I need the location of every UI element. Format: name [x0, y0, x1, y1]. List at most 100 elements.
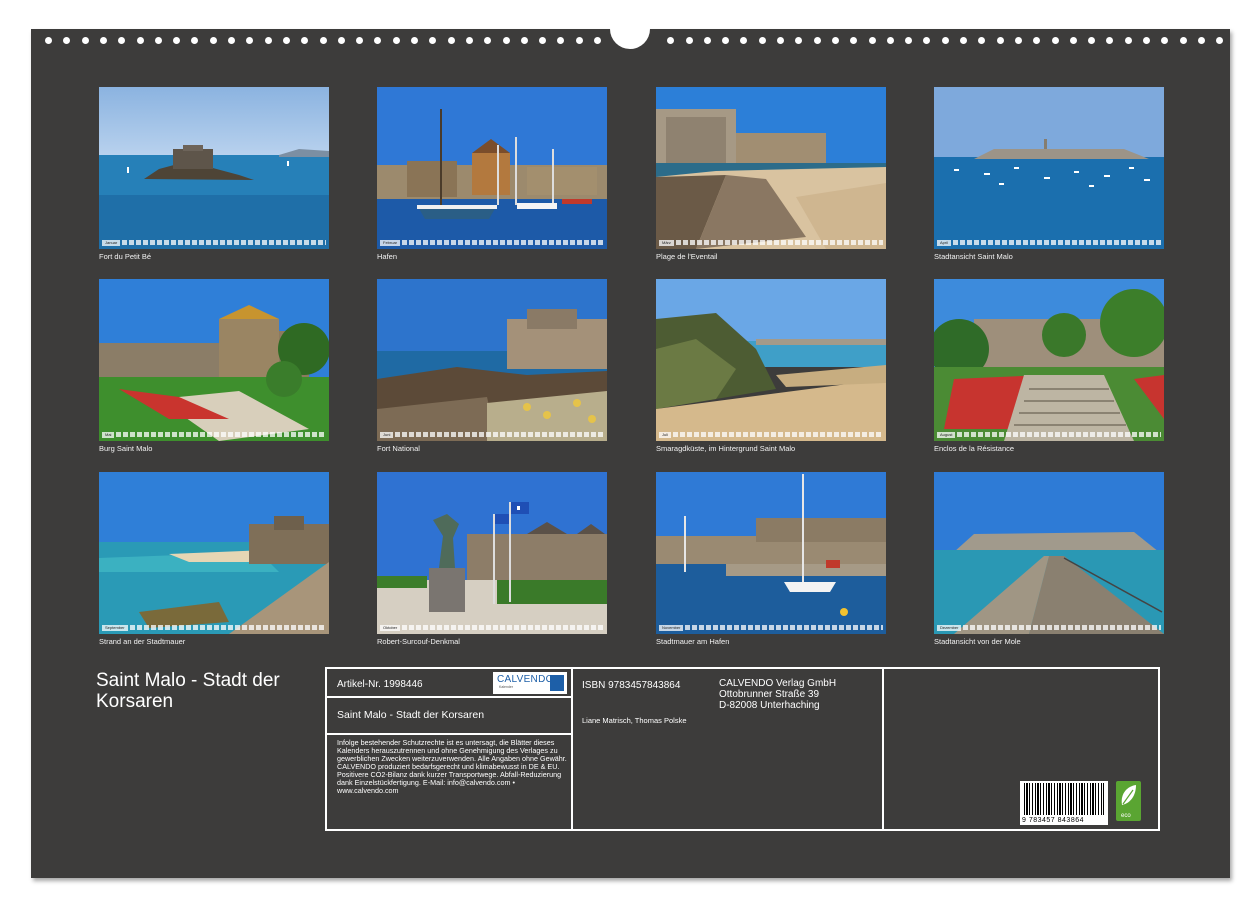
binding-hole	[264, 37, 272, 44]
binding-hole	[923, 37, 931, 44]
binding-hole	[960, 37, 967, 44]
publisher-street: Ottobrunner Straße 39	[719, 689, 820, 700]
binding-hole	[813, 37, 821, 44]
photo-fort-du-petit-be: Januar	[99, 87, 329, 249]
binding-hole	[777, 37, 784, 44]
month-label: März	[659, 239, 674, 246]
binding-hole	[557, 37, 565, 44]
photo-caption: Smaragdküste, im Hintergrund Saint Malo	[656, 444, 796, 453]
binding-hole	[301, 37, 309, 44]
month-strip: November	[659, 624, 883, 631]
month-strip: Juni	[380, 431, 604, 438]
photo-caption: Hafen	[377, 252, 398, 261]
binding-hole	[429, 37, 437, 44]
binding-hole	[1106, 37, 1114, 44]
month-label: November	[659, 624, 684, 631]
authors: Liane Matrisch, Thomas Polske	[582, 716, 687, 725]
binding-hole	[45, 37, 52, 44]
photo-smaragdkueste: Juli	[656, 279, 886, 441]
binding-hole	[1124, 37, 1132, 44]
photo-fort-national: Juni	[377, 279, 607, 441]
binding-hole	[868, 37, 876, 44]
month-label: Januar	[102, 239, 121, 246]
photo-enclos-de-la-resistance: August	[934, 279, 1164, 441]
binding-hole	[392, 37, 400, 44]
binding-hole	[374, 37, 382, 44]
legal-notice: Infolge bestehender Schutzrechte ist es …	[337, 738, 567, 795]
binding-hole	[228, 37, 235, 44]
binding-hole	[758, 37, 766, 44]
binding-hole	[831, 37, 839, 44]
binding-hole	[886, 37, 894, 44]
month-strip: Februar	[380, 239, 604, 246]
binding-hole	[191, 37, 199, 44]
photo-stadtmauer-am-hafen: November	[656, 472, 886, 634]
month-label: April	[937, 239, 952, 246]
publisher-address: CALVENDO Verlag GmbH Ottobrunner Straße …	[719, 678, 836, 711]
barcode-number: 9 783457 843864	[1022, 817, 1084, 824]
photo-caption: Stadtansicht Saint Malo	[934, 252, 1013, 261]
binding-hole	[978, 37, 986, 44]
binding-hole	[722, 37, 730, 44]
month-label: September	[102, 624, 128, 631]
binding-hole	[209, 37, 217, 44]
month-strip: Oktober	[380, 624, 604, 631]
month-strip: April	[937, 239, 1161, 246]
barcode-bars	[1024, 783, 1104, 815]
binding-hole	[703, 37, 711, 44]
eco-leaf-icon: eco	[1116, 781, 1141, 821]
photo-stadtansicht-saint-malo: April	[934, 87, 1164, 249]
binding-hole	[520, 37, 528, 44]
binding-hole	[594, 37, 601, 44]
binding-hole	[1014, 37, 1022, 44]
binding-hole	[1088, 37, 1096, 44]
binding-hole	[246, 37, 254, 44]
binding-hole	[502, 37, 510, 44]
binding-hole	[1179, 37, 1187, 44]
month-strip: September	[102, 624, 326, 631]
binding-hole	[1143, 37, 1150, 44]
photo-caption: Stadtmauer am Hafen	[656, 637, 730, 646]
photo-caption: Burg Saint Malo	[99, 444, 153, 453]
month-label: Februar	[380, 239, 401, 246]
month-label: Juni	[380, 431, 394, 438]
binding-hole	[356, 37, 364, 44]
binding-hole	[1216, 37, 1224, 44]
binding-hole	[941, 37, 949, 44]
binding-hole	[337, 37, 345, 44]
photo-burg-saint-malo: Mai	[99, 279, 329, 441]
month-strip: Juli	[659, 431, 883, 438]
binding-hole	[1033, 37, 1041, 44]
binding-hole	[575, 37, 583, 44]
binding-hole	[81, 37, 89, 44]
binding-hole	[154, 37, 162, 44]
month-label: Juli	[659, 431, 672, 438]
binding-hole	[850, 37, 858, 44]
binding-hole	[465, 37, 473, 44]
article-number: Artikel-Nr. 1998446	[337, 679, 423, 690]
divider	[327, 696, 571, 698]
binding-hole	[667, 37, 675, 44]
isbn-barcode: 9 783457 843864	[1020, 781, 1108, 825]
month-label: Mai	[102, 431, 115, 438]
binding-hole	[1051, 37, 1059, 44]
calendar-title: Saint Malo - Stadt der Korsaren	[96, 670, 280, 712]
binding-hole	[1069, 37, 1077, 44]
isbn: ISBN 9783457843864	[582, 680, 681, 691]
binding-hole	[118, 37, 126, 44]
binding-hole	[1161, 37, 1169, 44]
binding-hole	[539, 37, 547, 44]
month-label: Dezember	[937, 624, 962, 631]
binding-hole	[447, 37, 455, 44]
photo-caption: Stadtansicht von der Mole	[934, 637, 1021, 646]
binding-hole	[795, 37, 803, 44]
binding-hole	[740, 37, 748, 44]
photo-caption: Fort du Petit Bé	[99, 252, 152, 261]
binding-hole	[63, 37, 71, 44]
divider	[882, 669, 884, 829]
photo-caption: Fort National	[377, 444, 420, 453]
month-label: Oktober	[380, 624, 401, 631]
photo-caption: Strand an der Stadtmauer	[99, 637, 186, 646]
binding-hole	[411, 37, 418, 44]
photo-strand-an-der-stadtmauer: September	[99, 472, 329, 634]
